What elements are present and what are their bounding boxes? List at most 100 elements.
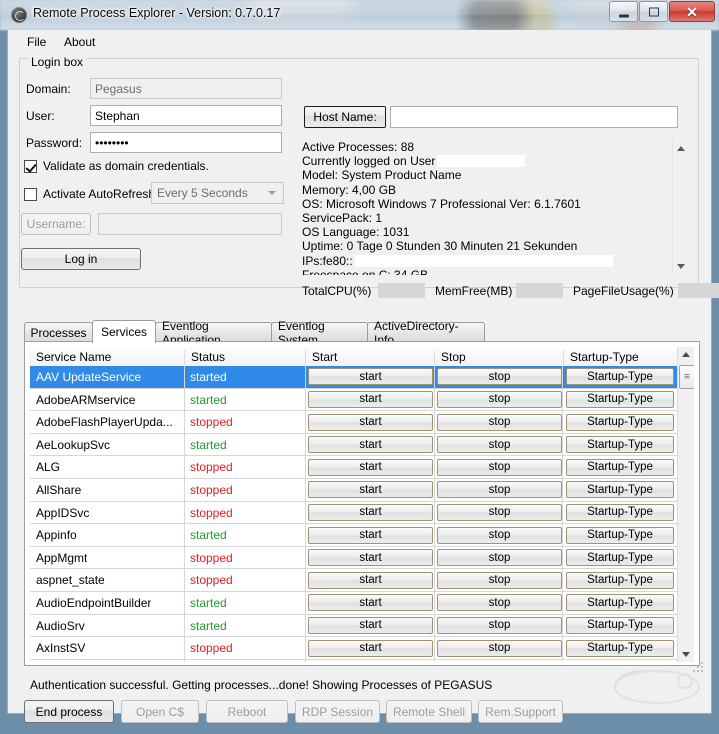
tab-processes[interactable]: Processes (24, 322, 93, 342)
system-info-text: IPs:fe80:: (302, 253, 353, 268)
stop-service-button[interactable]: stop (437, 503, 562, 521)
totalcpu-value (378, 283, 425, 298)
table-row[interactable]: aspnet_state stopped start stop Startup-Type (30, 569, 678, 592)
user-input[interactable] (90, 105, 282, 126)
stop-service-button[interactable]: stop (437, 481, 562, 499)
stop-service-button[interactable]: stop (437, 526, 562, 544)
startup-type-button[interactable]: Startup-Type (566, 436, 674, 454)
close-icon: ✕ (686, 3, 698, 20)
table-row[interactable]: ALG stopped start stop Startup-Type (30, 456, 678, 479)
hostname-input[interactable] (390, 106, 678, 128)
grid-scroll-thumb[interactable] (679, 365, 694, 389)
table-row[interactable]: AxInstSV stopped start stop Startup-Type (30, 637, 678, 660)
stop-service-button[interactable]: stop (437, 571, 562, 589)
start-service-button[interactable]: start (308, 481, 433, 499)
column-divider (184, 659, 185, 662)
start-service-button[interactable]: start (308, 639, 433, 657)
column-divider (305, 433, 306, 456)
stop-service-button[interactable]: stop (437, 549, 562, 567)
startup-type-button[interactable]: Startup-Type (566, 549, 674, 567)
startup-type-button[interactable]: Startup-Type (566, 571, 674, 589)
start-service-button[interactable]: start (308, 549, 433, 567)
column-divider (305, 501, 306, 524)
start-service-button[interactable]: start (308, 571, 433, 589)
system-info-text: Currently logged on User (302, 154, 436, 169)
resize-grip[interactable] (693, 662, 705, 674)
stop-service-button[interactable]: stop (437, 413, 562, 431)
startup-type-button[interactable]: Startup-Type (566, 503, 674, 521)
start-service-button[interactable]: start (308, 526, 433, 544)
system-info-text: OS Language: 1031 (302, 225, 410, 240)
table-row[interactable]: AdobeFlashPlayerUpda... stopped start stop S… (30, 411, 678, 434)
grid-scrollbar[interactable] (677, 347, 694, 662)
tab-eventlog-application[interactable]: Eventlog Application (155, 319, 272, 347)
table-row[interactable]: BDESVCstoppedstartstopStartup-Type (30, 659, 678, 662)
table-row[interactable]: AudioSrv started start stop Startup-Type (30, 614, 678, 638)
stop-service-button[interactable]: stop (437, 368, 562, 386)
service-status-cell: stopped (190, 573, 233, 588)
column-header-stop[interactable]: Stop (434, 350, 569, 364)
table-row[interactable]: AdobeARMservice started start stop Startup-T… (30, 388, 678, 412)
service-status-cell: started (190, 595, 227, 610)
password-input[interactable] (90, 132, 282, 153)
scroll-up-icon[interactable] (677, 146, 685, 151)
start-service-button[interactable]: start (308, 616, 433, 634)
stop-service-button[interactable]: stop (437, 458, 562, 476)
tab-eventlog-system[interactable]: Eventlog System (271, 319, 368, 347)
end-process-button[interactable]: End process (24, 700, 114, 723)
login-button[interactable]: Log in (21, 248, 141, 270)
validate-credentials-checkbox[interactable]: Validate as domain credentials. (24, 159, 209, 173)
startup-type-button[interactable]: Startup-Type (566, 639, 674, 657)
tab-activedirectory-info[interactable]: ActiveDirectory-Info (367, 319, 485, 347)
startup-type-button[interactable]: Startup-Type (566, 413, 674, 431)
table-row[interactable]: AeLookupSvc started start stop Startup-Type (30, 433, 678, 457)
stop-service-button[interactable]: stop (437, 436, 562, 454)
grid-scroll-up-icon[interactable] (682, 352, 690, 357)
column-header-startup-type[interactable]: Startup-Type (563, 350, 685, 364)
maximize-button[interactable] (639, 1, 668, 22)
grid-scroll-down-icon[interactable] (682, 652, 690, 657)
table-row[interactable]: AAV UpdateService started start stop Startup… (30, 366, 678, 389)
tab-services[interactable]: Services (92, 320, 156, 343)
menu-item-about[interactable]: About (59, 34, 100, 50)
startup-type-button[interactable]: Startup-Type (566, 594, 674, 612)
domain-input[interactable] (90, 78, 282, 99)
hostname-button[interactable]: Host Name: (304, 106, 386, 128)
start-service-button[interactable]: start (308, 390, 433, 408)
column-header-start[interactable]: Start (305, 350, 440, 364)
table-row[interactable]: AppMgmt stopped start stop Startup-Type (30, 546, 678, 570)
start-service-button[interactable]: start (308, 413, 433, 431)
column-header-status[interactable]: Status (184, 350, 311, 364)
start-service-button[interactable]: start (308, 503, 433, 521)
stop-service-button[interactable]: stop (437, 594, 562, 612)
close-button[interactable]: ✕ (669, 1, 715, 22)
startup-type-button[interactable]: Startup-Type (566, 368, 674, 386)
table-row[interactable]: Appinfo started start stop Startup-Type (30, 524, 678, 547)
scroll-down-icon[interactable] (677, 264, 685, 269)
system-info-line: Uptime: 0 Tage 0 Stunden 30 Minuten 21 S… (302, 239, 689, 253)
service-status-cell: started (190, 437, 227, 452)
table-row[interactable]: AllShare stopped start stop Startup-Type (30, 478, 678, 502)
stop-service-button[interactable]: stop (437, 639, 562, 657)
table-row[interactable]: AppIDSvc stopped start stop Startup-Type (30, 501, 678, 525)
start-service-button[interactable]: start (308, 436, 433, 454)
startup-type-button[interactable]: Startup-Type (566, 616, 674, 634)
start-service-button[interactable]: start (308, 368, 433, 386)
start-service-button[interactable]: start (308, 458, 433, 476)
startup-type-button[interactable]: Startup-Type (566, 390, 674, 408)
stop-service-button[interactable]: stop (437, 390, 562, 408)
startup-type-button[interactable]: Startup-Type (566, 481, 674, 499)
menu-item-file[interactable]: File (22, 34, 51, 50)
minimize-button[interactable] (609, 1, 638, 22)
system-info-scrollbar[interactable] (672, 140, 689, 275)
column-header-service-name[interactable]: Service Name (30, 350, 189, 364)
stop-service-button[interactable]: stop (437, 616, 562, 634)
footer-toolbar: End process Open C$ Reboot RDP Session R… (8, 700, 711, 734)
startup-type-button[interactable]: Startup-Type (566, 458, 674, 476)
refresh-interval-select[interactable]: Every 5 Seconds (151, 182, 284, 204)
maximize-icon (648, 7, 659, 16)
start-service-button[interactable]: start (308, 594, 433, 612)
table-row[interactable]: AudioEndpointBuilder started start stop Star… (30, 591, 678, 615)
autorefresh-checkbox[interactable]: Activate AutoRefresh (24, 187, 155, 201)
startup-type-button[interactable]: Startup-Type (566, 526, 674, 544)
